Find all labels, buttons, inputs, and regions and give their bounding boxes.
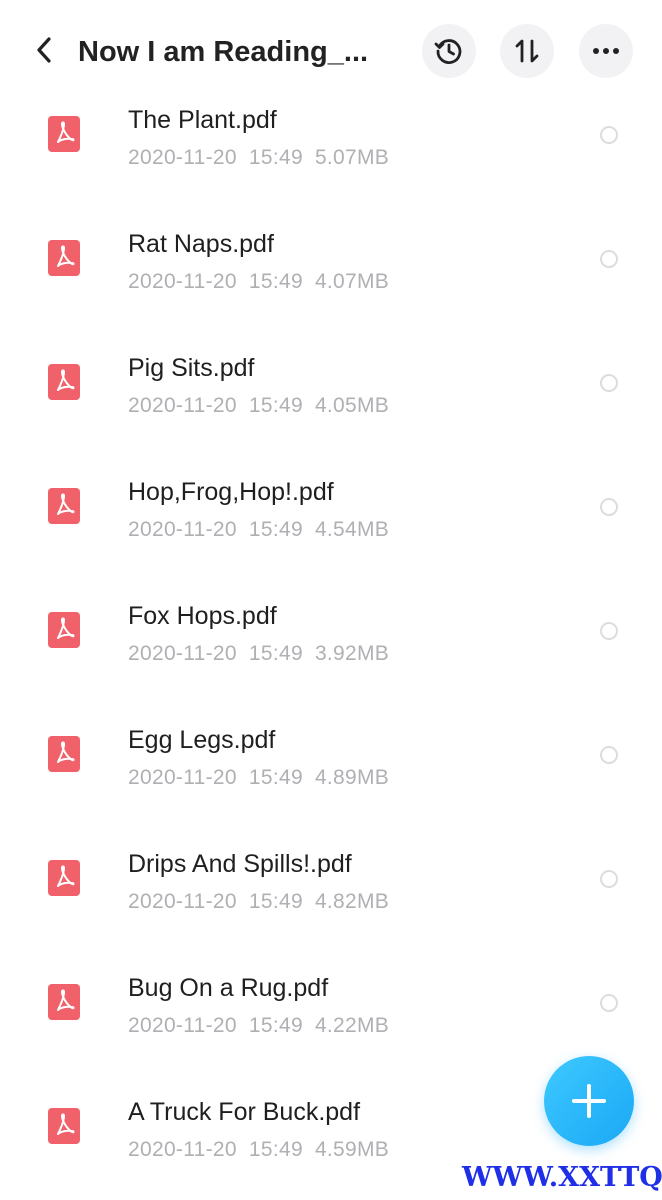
select-radio[interactable] <box>600 250 618 268</box>
file-time: 15:49 <box>248 1138 303 1161</box>
chevron-left-icon <box>37 37 51 63</box>
file-date: 2020-11-20 <box>128 766 237 789</box>
file-time: 15:49 <box>248 518 303 541</box>
page-title: Now I am Reading_... <box>78 36 369 68</box>
add-button[interactable] <box>544 1056 634 1146</box>
file-size: 4.59MB <box>314 1138 390 1161</box>
file-row[interactable]: Egg Legs.pdf 2020-11-20 15:49 4.89MB <box>0 720 662 844</box>
file-size: 3.92MB <box>314 642 390 665</box>
file-date: 2020-11-20 <box>128 270 237 293</box>
select-radio[interactable] <box>600 870 618 888</box>
file-date: 2020-11-20 <box>128 1138 237 1161</box>
more-options-button[interactable] <box>579 24 633 78</box>
file-size: 4.89MB <box>314 766 390 789</box>
pdf-file-icon <box>48 612 80 648</box>
file-name: Egg Legs.pdf <box>128 726 276 754</box>
history-icon <box>434 39 462 64</box>
history-button[interactable] <box>422 24 476 78</box>
file-date: 2020-11-20 <box>128 890 237 913</box>
file-time: 15:49 <box>248 146 303 169</box>
pdf-file-icon <box>48 860 80 896</box>
plus-icon <box>572 1084 606 1118</box>
more-horizontal-icon <box>593 48 619 54</box>
file-meta: 2020-11-20 15:49 5.07MB <box>128 144 401 172</box>
file-row[interactable]: Fox Hops.pdf 2020-11-20 15:49 3.92MB <box>0 596 662 720</box>
pdf-file-icon <box>48 240 80 276</box>
file-meta: 2020-11-20 15:49 4.89MB <box>128 764 401 792</box>
file-time: 15:49 <box>248 394 303 417</box>
file-time: 15:49 <box>248 890 303 913</box>
pdf-file-icon <box>48 984 80 1020</box>
select-radio[interactable] <box>600 994 618 1012</box>
file-meta: 2020-11-20 15:49 4.54MB <box>128 516 401 544</box>
watermark: WWW.XXTTQ.COM <box>462 1162 662 1193</box>
file-date: 2020-11-20 <box>128 518 237 541</box>
select-radio[interactable] <box>600 126 618 144</box>
header-bar: Now I am Reading_... <box>0 0 662 100</box>
file-size: 4.82MB <box>314 890 390 913</box>
sort-icon <box>515 39 539 63</box>
file-size: 4.22MB <box>314 1014 390 1037</box>
file-meta: 2020-11-20 15:49 4.07MB <box>128 268 401 296</box>
file-name: Fox Hops.pdf <box>128 602 277 630</box>
pdf-file-icon <box>48 488 80 524</box>
file-row[interactable]: The Plant.pdf 2020-11-20 15:49 5.07MB <box>0 100 662 224</box>
file-date: 2020-11-20 <box>128 146 237 169</box>
file-name: Pig Sits.pdf <box>128 354 255 382</box>
file-row[interactable]: Rat Naps.pdf 2020-11-20 15:49 4.07MB <box>0 224 662 348</box>
select-radio[interactable] <box>600 374 618 392</box>
file-name: Hop,Frog,Hop!.pdf <box>128 478 334 506</box>
file-meta: 2020-11-20 15:49 4.05MB <box>128 392 401 420</box>
back-button[interactable] <box>22 28 66 72</box>
file-row[interactable]: Drips And Spills!.pdf 2020-11-20 15:49 4.8… <box>0 844 662 968</box>
file-time: 15:49 <box>248 766 303 789</box>
file-name: The Plant.pdf <box>128 106 277 134</box>
file-browser-screen: Now I am Reading_... The Plant.pdf 2020-… <box>0 0 662 1200</box>
file-time: 15:49 <box>248 1014 303 1037</box>
pdf-file-icon <box>48 364 80 400</box>
file-meta: 2020-11-20 15:49 4.59MB <box>128 1136 401 1164</box>
sort-button[interactable] <box>500 24 554 78</box>
file-row[interactable]: Hop,Frog,Hop!.pdf 2020-11-20 15:49 4.54MB <box>0 472 662 596</box>
file-meta: 2020-11-20 15:49 4.22MB <box>128 1012 401 1040</box>
file-name: Drips And Spills!.pdf <box>128 850 352 878</box>
file-date: 2020-11-20 <box>128 642 237 665</box>
select-radio[interactable] <box>600 498 618 516</box>
pdf-file-icon <box>48 116 80 152</box>
file-size: 4.07MB <box>314 270 390 293</box>
file-size: 5.07MB <box>314 146 390 169</box>
file-size: 4.05MB <box>314 394 390 417</box>
select-radio[interactable] <box>600 622 618 640</box>
file-date: 2020-11-20 <box>128 394 237 417</box>
file-meta: 2020-11-20 15:49 4.82MB <box>128 888 401 916</box>
file-date: 2020-11-20 <box>128 1014 237 1037</box>
file-name: Rat Naps.pdf <box>128 230 274 258</box>
file-meta: 2020-11-20 15:49 3.92MB <box>128 640 401 668</box>
select-radio[interactable] <box>600 746 618 764</box>
file-time: 15:49 <box>248 270 303 293</box>
file-time: 15:49 <box>248 642 303 665</box>
pdf-file-icon <box>48 1108 80 1144</box>
pdf-file-icon <box>48 736 80 772</box>
file-size: 4.54MB <box>314 518 390 541</box>
file-name: A Truck For Buck.pdf <box>128 1098 361 1126</box>
file-row[interactable]: Pig Sits.pdf 2020-11-20 15:49 4.05MB <box>0 348 662 472</box>
file-name: Bug On a Rug.pdf <box>128 974 329 1002</box>
